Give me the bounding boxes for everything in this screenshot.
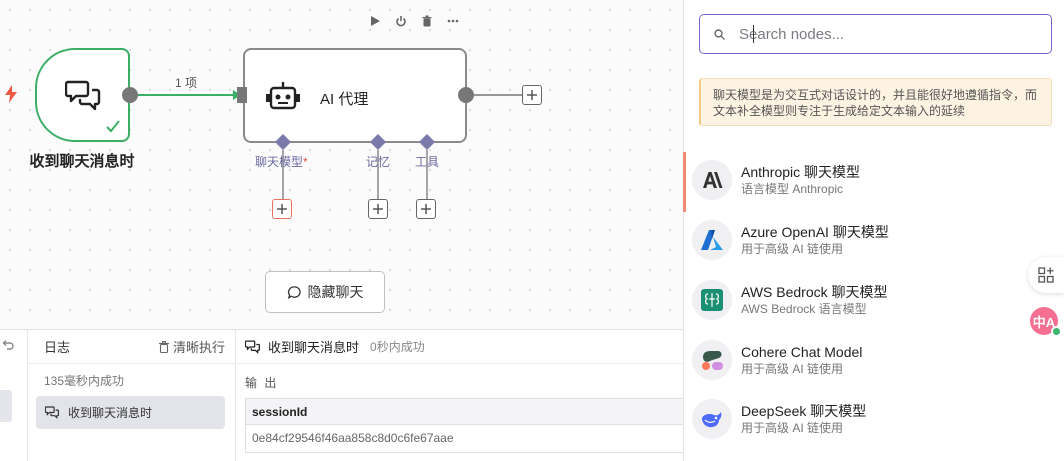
required-mark: * — [303, 155, 308, 169]
trash-icon[interactable] — [420, 14, 433, 27]
node-name: Anthropic 聊天模型 — [741, 164, 861, 180]
plus-icon — [527, 90, 537, 100]
collapsed-tab[interactable] — [0, 390, 12, 422]
log-list: 日志 清晰执行 135毫秒内成功 收到聊天消息时 — [28, 330, 236, 461]
search-input[interactable] — [739, 25, 1019, 43]
log-title: 日志 — [44, 340, 71, 355]
node-name: Azure OpenAI 聊天模型 — [741, 224, 889, 240]
chat-bubbles-icon — [45, 406, 60, 420]
node-desc: AWS Bedrock 语言模型 — [741, 302, 867, 316]
grid-plus-icon — [1038, 267, 1054, 283]
log-side-strip — [0, 330, 28, 461]
text-caret — [753, 25, 754, 43]
add-widget-button[interactable] — [1028, 257, 1064, 293]
search-box[interactable] — [699, 14, 1052, 54]
node-item-deepseek[interactable]: DeepSeek 聊天模型 用于高级 AI 链使用 — [692, 391, 1064, 447]
status-dot — [1051, 326, 1062, 337]
node-item-cohere[interactable]: Cohere Chat Model 用于高级 AI 链使用 — [692, 332, 1064, 388]
node-item-anthropic[interactable]: Anthropic 聊天模型 语言模型 Anthropic — [683, 152, 1064, 212]
chat-trigger-node[interactable] — [35, 48, 130, 142]
sub-label-tools: 工具 — [415, 155, 440, 169]
connection-item-count: 1 项 — [175, 76, 198, 90]
hide-chat-label: 隐藏聊天 — [307, 284, 364, 300]
execution-log-panel: 日志 清晰执行 135毫秒内成功 收到聊天消息时 收到聊天消息时 0秒内成功 输… — [0, 329, 683, 461]
node-desc: 用于高级 AI 链使用 — [741, 242, 844, 256]
azure-icon — [692, 220, 732, 260]
bolt-icon — [5, 85, 17, 103]
output-handle[interactable] — [121, 86, 139, 104]
aws-bedrock-icon — [692, 280, 732, 320]
node-desc: 语言模型 Anthropic — [741, 182, 844, 196]
add-next-node-button[interactable] — [522, 85, 542, 105]
trash-icon — [158, 340, 169, 353]
log-summary: 135毫秒内成功 — [44, 374, 125, 388]
ai-agent-title: AI 代理 — [320, 91, 369, 108]
memory-handle[interactable] — [370, 134, 386, 150]
node-desc: 用于高级 AI 链使用 — [741, 362, 844, 376]
node-name: DeepSeek 聊天模型 — [741, 403, 867, 419]
add-tool-button[interactable] — [416, 199, 436, 219]
trigger-node-label: 收到聊天消息时 — [29, 153, 135, 170]
search-icon — [714, 28, 725, 40]
output-table: sessionId 0e84cf29546f46aa858c8d0c6fe67a… — [245, 398, 683, 453]
node-name: Cohere Chat Model — [741, 344, 863, 360]
chat-bubble-icon — [287, 285, 301, 299]
ai-agent-node[interactable]: AI 代理 — [243, 48, 467, 143]
play-icon[interactable] — [368, 14, 381, 27]
hint-callout: 聊天模型是为交互式对话设计的，并且能很好地遵循指令，而文本补全模型则专注于生成给… — [699, 78, 1052, 126]
plus-icon — [373, 204, 383, 214]
detail-status: 0秒内成功 — [370, 340, 425, 354]
clear-execution-button[interactable]: 清晰执行 — [158, 337, 225, 356]
node-creator-panel: 聊天模型是为交互式对话设计的，并且能很好地遵循指令，而文本补全模型则专注于生成给… — [683, 0, 1064, 461]
undo-icon[interactable] — [0, 339, 14, 353]
sub-label-memory: 记忆 — [366, 155, 391, 169]
power-icon[interactable] — [394, 14, 407, 27]
output-label: 输 出 — [245, 376, 279, 390]
tools-handle[interactable] — [419, 134, 435, 150]
add-memory-button[interactable] — [368, 199, 388, 219]
chat-model-handle[interactable] — [275, 134, 291, 150]
robot-icon — [266, 82, 300, 110]
node-desc: 用于高级 AI 链使用 — [741, 421, 844, 435]
sub-label-chat-model: 聊天模型* — [255, 155, 308, 169]
node-hover-toolbar — [368, 14, 459, 27]
cohere-icon — [692, 340, 732, 380]
add-chat-model-button[interactable] — [272, 199, 292, 219]
input-handle[interactable] — [237, 87, 247, 103]
plus-icon — [421, 204, 431, 214]
table-cell[interactable]: 0e84cf29546f46aa858c8d0c6fe67aae — [246, 425, 683, 452]
detail-node-name: 收到聊天消息时 — [268, 340, 360, 355]
node-item-aws-bedrock[interactable]: AWS Bedrock 聊天模型 AWS Bedrock 语言模型 — [692, 272, 1064, 328]
table-header: sessionId — [246, 399, 683, 425]
check-icon — [106, 120, 120, 133]
agent-output-handle[interactable] — [457, 86, 475, 104]
node-name: AWS Bedrock 聊天模型 — [741, 284, 888, 300]
anthropic-icon — [692, 160, 732, 200]
plus-icon — [277, 204, 287, 214]
deepseek-icon — [692, 399, 732, 439]
log-detail: 收到聊天消息时 0秒内成功 输 出 sessionId 0e84cf29546f… — [237, 330, 683, 461]
more-icon[interactable] — [446, 14, 459, 27]
chat-bubbles-icon — [245, 339, 260, 354]
node-item-azure-openai[interactable]: Azure OpenAI 聊天模型 用于高级 AI 链使用 — [692, 212, 1064, 268]
workflow-canvas[interactable]: 收到聊天消息时 1 项 AI 代理 聊天模型* 记忆 工具 隐藏聊天 — [0, 0, 683, 329]
log-item[interactable]: 收到聊天消息时 — [36, 396, 225, 429]
hide-chat-button[interactable]: 隐藏聊天 — [265, 271, 385, 313]
translate-icon[interactable]: 中A — [1030, 307, 1062, 337]
chat-bubbles-icon — [65, 80, 101, 111]
